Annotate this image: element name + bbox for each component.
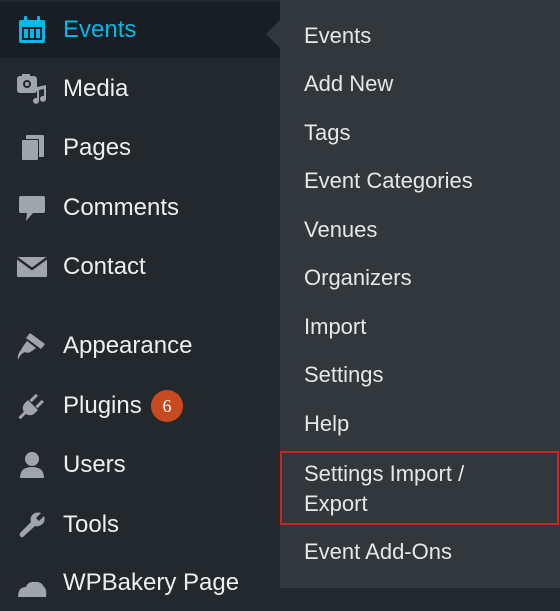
wrench-icon <box>16 509 48 541</box>
submenu-item-organizers[interactable]: Organizers <box>280 263 560 293</box>
submenu-item-add-new[interactable]: Add New <box>280 69 560 99</box>
sidebar-item-tools[interactable]: Tools <box>0 497 280 553</box>
submenu-item-import[interactable]: Import <box>280 312 560 342</box>
sidebar-item-pages[interactable]: Pages <box>0 120 280 176</box>
sidebar-item-label: Pages <box>63 134 132 161</box>
sidebar-item-label: Events <box>63 16 137 43</box>
paintbrush-icon <box>16 330 48 362</box>
wpbakery-icon <box>16 567 48 599</box>
submenu-item-event-categories[interactable]: Event Categories <box>280 166 560 196</box>
sidebar-item-wpbakery[interactable]: WPBakery Page <box>0 555 280 611</box>
submenu-item-help[interactable]: Help <box>280 409 560 439</box>
sidebar-item-label: Users <box>63 451 126 478</box>
submenu-item-events[interactable]: Events <box>280 21 560 51</box>
submenu-item-venues[interactable]: Venues <box>280 215 560 245</box>
media-icon <box>16 73 48 105</box>
plug-icon <box>16 390 48 422</box>
sidebar-item-label: Contact <box>63 253 146 280</box>
sidebar-item-contact[interactable]: Contact <box>0 239 280 295</box>
envelope-icon <box>16 251 48 283</box>
active-menu-pointer <box>266 20 280 48</box>
update-count-badge: 6 <box>151 390 183 422</box>
events-submenu: Events Add New Tags Event Categories Ven… <box>280 0 560 588</box>
submenu-item-settings-import-export[interactable]: Settings Import / Export <box>280 451 559 525</box>
sidebar-item-events[interactable]: Events <box>0 2 280 58</box>
sidebar-item-label: Comments <box>63 194 180 221</box>
sidebar-item-users[interactable]: Users <box>0 437 280 493</box>
sidebar-item-media[interactable]: Media <box>0 61 280 117</box>
admin-sidebar: Events Media Pages Comments Contact Appe… <box>0 0 280 597</box>
sidebar-item-label: Tools <box>63 511 120 538</box>
calendar-icon <box>16 14 48 46</box>
sidebar-item-label: Appearance <box>63 332 193 359</box>
submenu-item-event-add-ons[interactable]: Event Add-Ons <box>280 537 560 567</box>
sidebar-item-comments[interactable]: Comments <box>0 180 280 236</box>
sidebar-item-plugins[interactable]: Plugins 6 <box>0 378 280 434</box>
comment-icon <box>16 192 48 224</box>
sidebar-item-label: Plugins <box>63 392 142 419</box>
user-icon <box>16 449 48 481</box>
sidebar-item-label: WPBakery Page <box>63 569 240 596</box>
submenu-item-settings[interactable]: Settings <box>280 360 560 390</box>
submenu-item-tags[interactable]: Tags <box>280 118 560 148</box>
pages-icon <box>16 132 48 164</box>
sidebar-item-appearance[interactable]: Appearance <box>0 318 280 374</box>
sidebar-item-label: Media <box>63 75 129 102</box>
